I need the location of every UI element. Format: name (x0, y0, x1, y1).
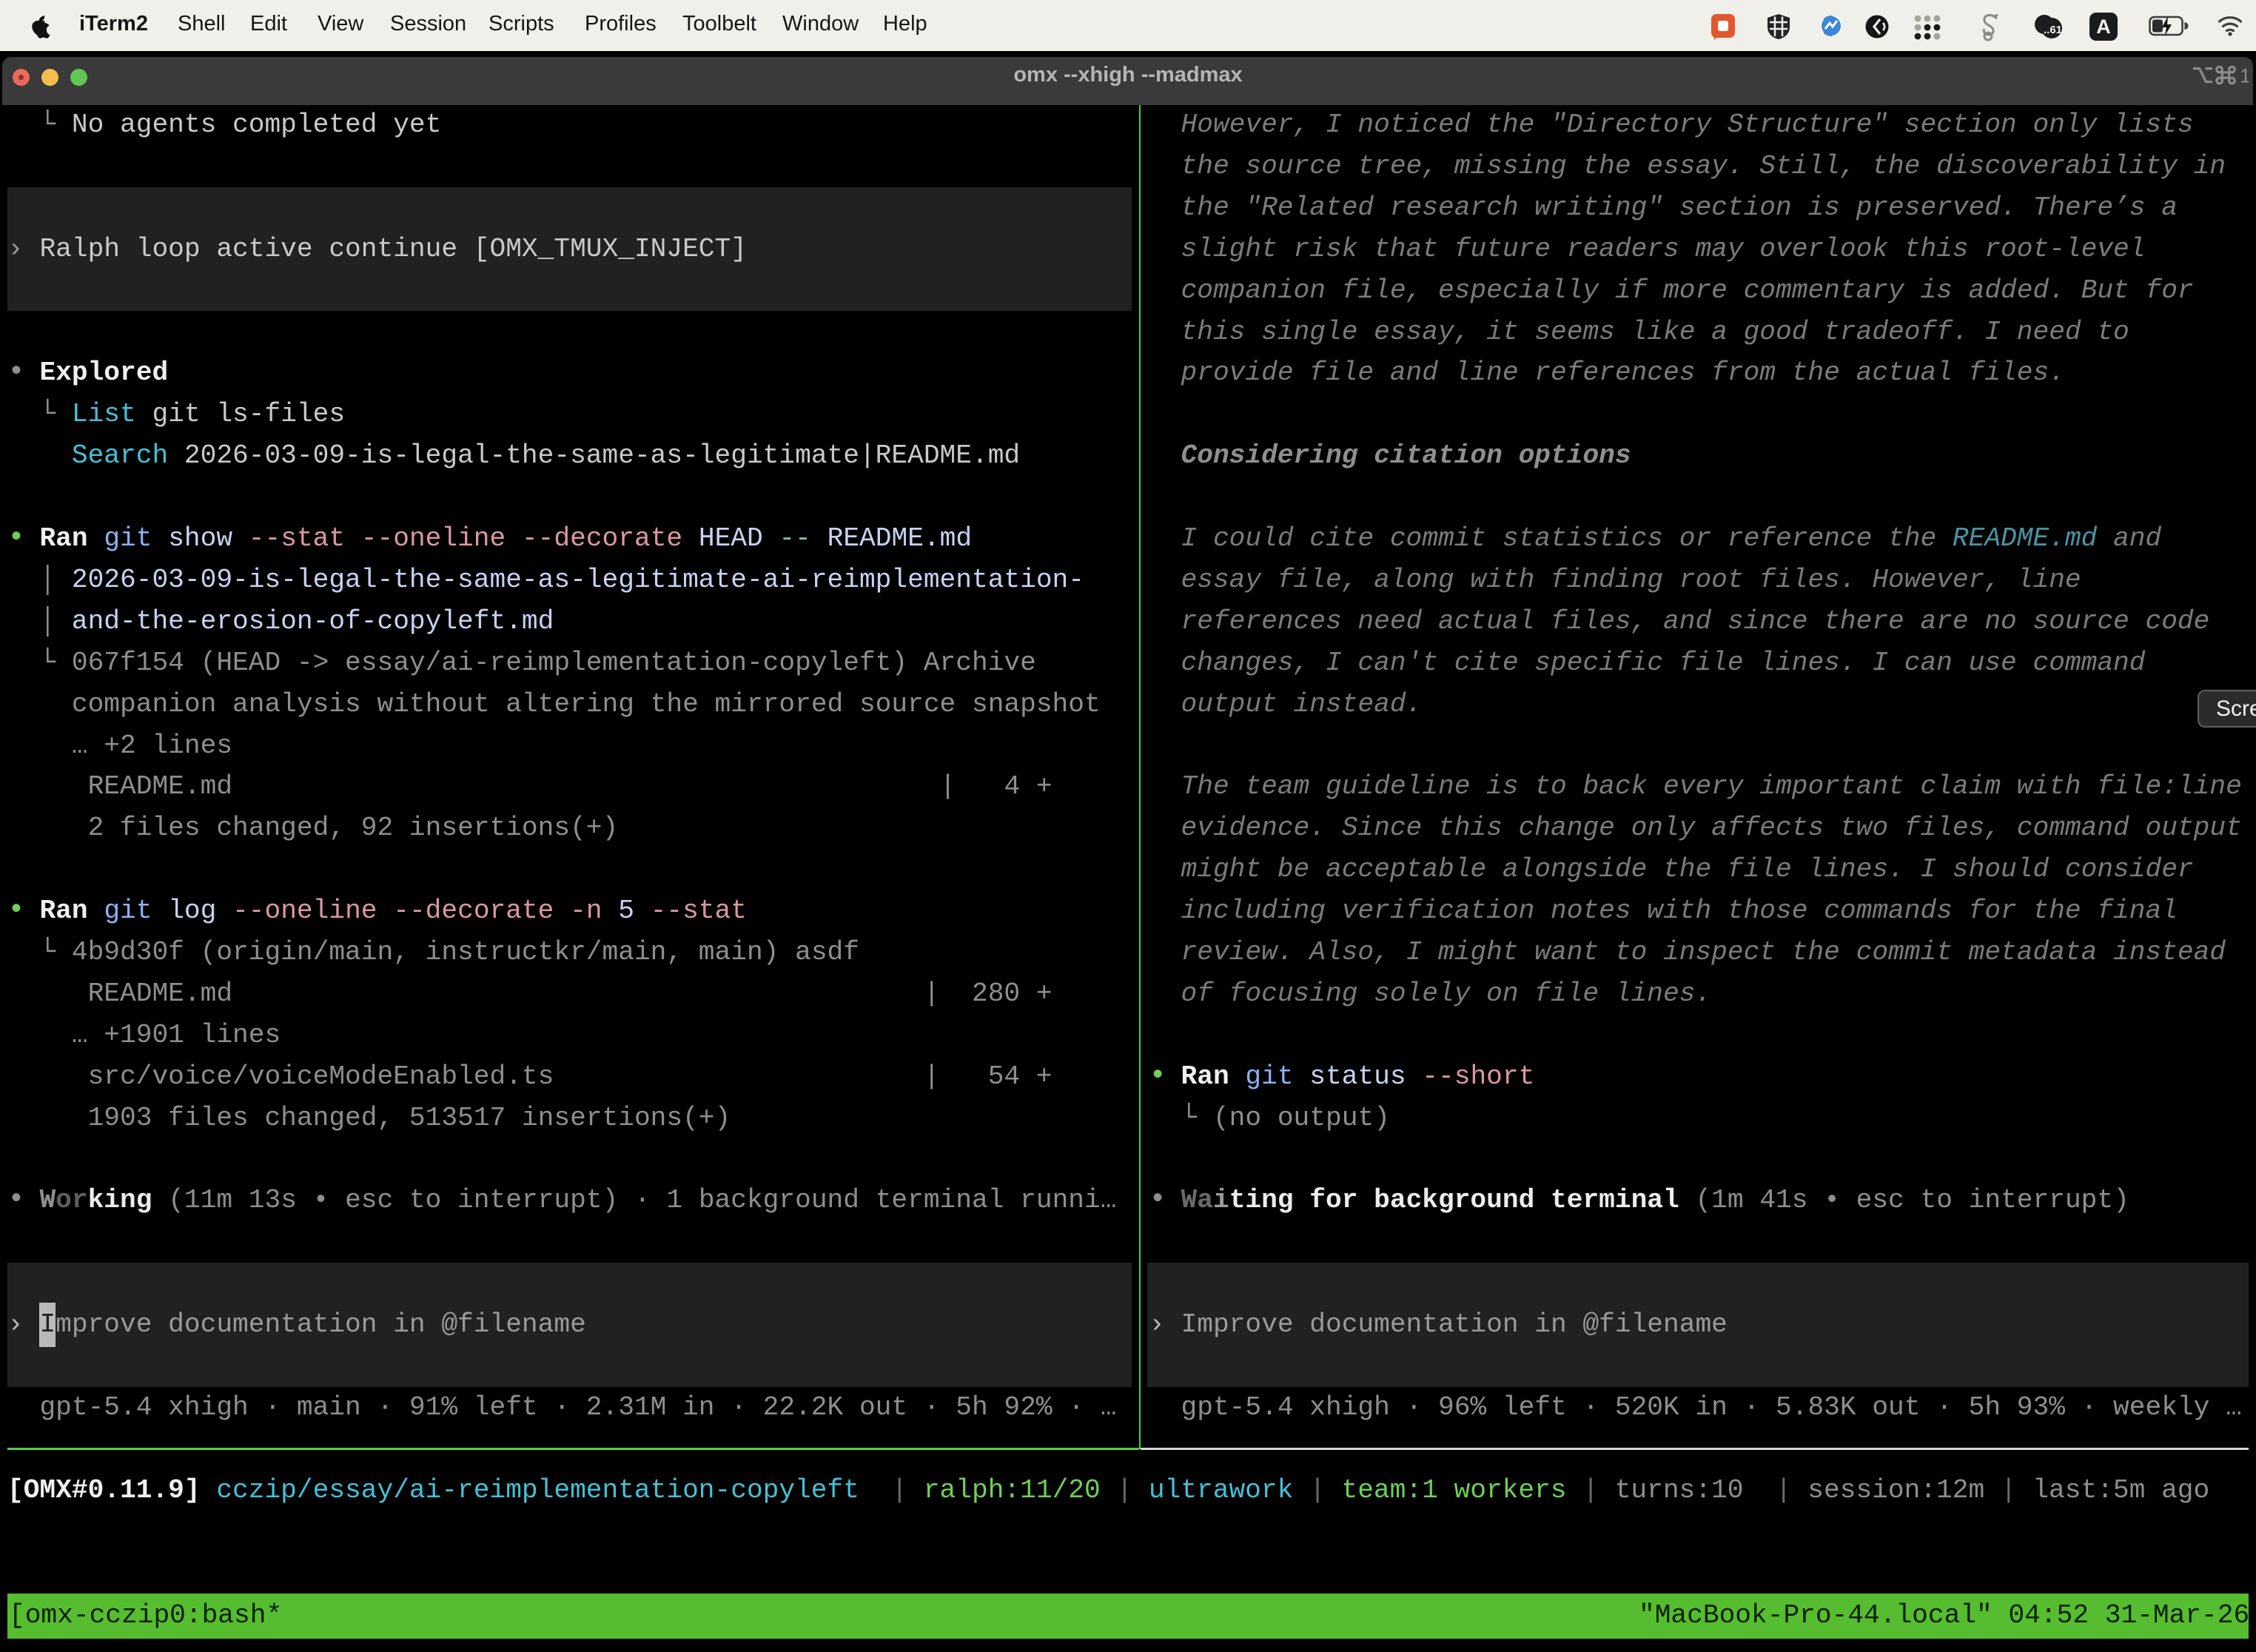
svg-text:1: 1 (2240, 65, 2249, 86)
svg-text:..61: ..61 (2044, 24, 2062, 36)
